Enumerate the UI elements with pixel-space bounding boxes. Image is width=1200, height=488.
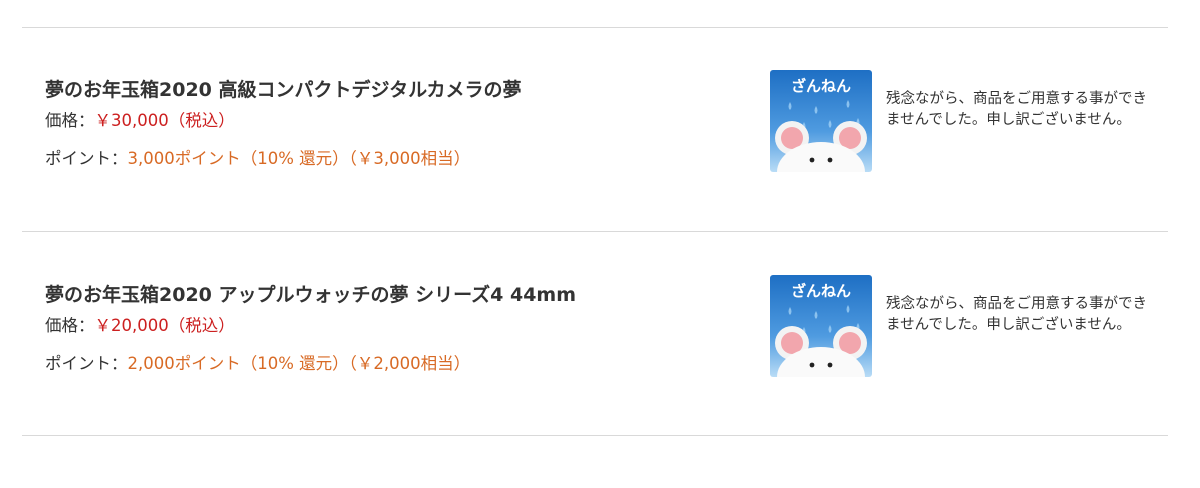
product-item: 夢のお年玉箱2020 高級コンパクトデジタルカメラの夢 価格：￥30,000（税…	[0, 70, 1200, 283]
product-item: 夢のお年玉箱2020 アップルウォッチの夢 シリーズ4 44mm 価格：￥20,…	[0, 275, 1200, 488]
product-title[interactable]: 夢のお年玉箱2020 高級コンパクトデジタルカメラの夢	[45, 78, 522, 102]
sad-mouse-icon: ざんねん	[770, 275, 872, 377]
price-label: 価格：	[45, 316, 95, 335]
image-caption: ざんねん	[791, 282, 851, 300]
sorry-message: 残念ながら、商品をご用意する事ができませんでした。申し訳ございません。	[886, 91, 1147, 128]
price-value: ￥20,000（税込）	[94, 316, 235, 335]
points-value: 2,000ポイント（10% 還元）（￥2,000相当）	[127, 354, 471, 373]
points-label: ポイント：	[45, 354, 128, 373]
product-title[interactable]: 夢のお年玉箱2020 アップルウォッチの夢 シリーズ4 44mm	[45, 283, 576, 307]
image-caption: ざんねん	[791, 77, 851, 95]
price-row: 価格：￥30,000（税込）	[45, 110, 235, 132]
middle-divider	[22, 231, 1168, 232]
bottom-divider	[22, 435, 1168, 436]
points-value: 3,000ポイント（10% 還元）（￥3,000相当）	[127, 149, 471, 168]
price-value: ￥30,000（税込）	[94, 111, 235, 130]
points-label: ポイント：	[45, 149, 128, 168]
points-row: ポイント：3,000ポイント（10% 還元）（￥3,000相当）	[45, 148, 470, 170]
points-row: ポイント：2,000ポイント（10% 還元）（￥2,000相当）	[45, 353, 470, 375]
top-divider	[22, 27, 1168, 28]
price-row: 価格：￥20,000（税込）	[45, 315, 235, 337]
sorry-message: 残念ながら、商品をご用意する事ができませんでした。申し訳ございません。	[886, 296, 1147, 333]
price-label: 価格：	[45, 111, 95, 130]
sad-mouse-icon: ざんねん	[770, 70, 872, 172]
